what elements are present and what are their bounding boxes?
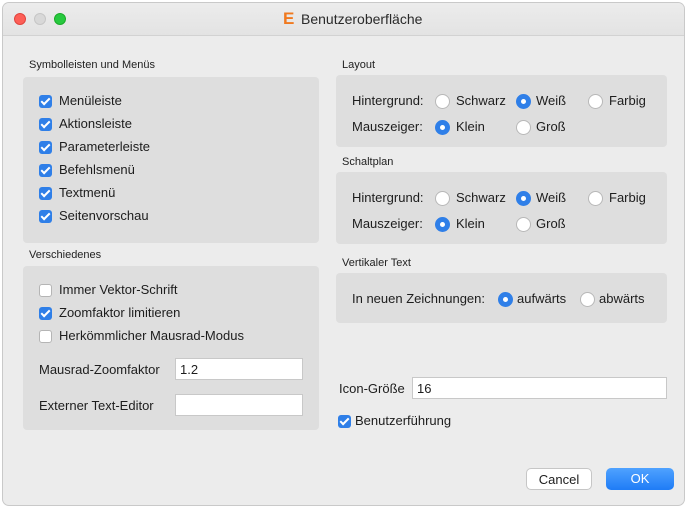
window-title: Benutzeroberfläche	[301, 11, 423, 27]
radio-schematic-cursor-klein[interactable]	[435, 217, 450, 232]
checkbox-vector-font[interactable]	[39, 284, 52, 297]
radio-label: Groß	[536, 119, 566, 134]
checkbox-limit-zoom[interactable]	[39, 307, 52, 320]
section-heading-vertical-text: Vertikaler Text	[342, 257, 411, 269]
radio-layout-bg-schwarz[interactable]	[435, 94, 450, 109]
radio-vertical-up[interactable]	[498, 292, 513, 307]
radio-label: Schwarz	[456, 93, 506, 108]
checkbox-label: Immer Vektor-Schrift	[59, 282, 178, 297]
radio-label: Schwarz	[456, 190, 506, 205]
icon-size-input[interactable]: 16	[412, 377, 667, 399]
radio-schematic-bg-schwarz[interactable]	[435, 191, 450, 206]
checkbox-menueleiste[interactable]	[39, 95, 52, 108]
layout-background-label: Hintergrund:	[352, 93, 424, 108]
zoom-window-button[interactable]	[54, 13, 66, 25]
zoom-factor-input[interactable]: 1.2	[175, 358, 303, 380]
radio-layout-bg-farbig[interactable]	[588, 94, 603, 109]
radio-label: aufwärts	[517, 291, 567, 306]
icon-size-label: Icon-Größe	[339, 381, 405, 396]
vertical-text-label: In neuen Zeichnungen:	[352, 291, 485, 306]
checkbox-label: Parameterleiste	[59, 139, 151, 154]
checkbox-classic-mousewheel[interactable]	[39, 330, 52, 343]
checkbox-seitenvorschau[interactable]	[39, 210, 52, 223]
vertical-text-panel: In neuen Zeichnungen: aufwärts abwärts	[336, 273, 667, 323]
cancel-button[interactable]: Cancel	[526, 468, 592, 490]
radio-schematic-bg-farbig[interactable]	[588, 191, 603, 206]
checkbox-label: Seitenvorschau	[59, 208, 149, 223]
section-heading-misc: Verschiedenes	[29, 249, 102, 261]
text-editor-input[interactable]	[175, 394, 303, 416]
checkbox-aktionsleiste[interactable]	[39, 118, 52, 131]
zoom-factor-label: Mausrad-Zoomfaktor	[39, 362, 160, 377]
checkbox-label: Textmenü	[59, 185, 116, 200]
layout-panel: Hintergrund: Schwarz Weiß Farbig Mauszei…	[336, 75, 667, 147]
radio-vertical-down[interactable]	[580, 292, 595, 307]
radio-schematic-bg-weiss[interactable]	[516, 191, 531, 206]
radio-label: Klein	[456, 216, 485, 231]
section-heading-schematic: Schaltplan	[342, 156, 394, 168]
radio-label: Weiß	[536, 190, 567, 205]
radio-label: Klein	[456, 119, 485, 134]
schematic-cursor-label: Mauszeiger:	[352, 216, 423, 231]
checkbox-label: Befehlsmenü	[59, 162, 135, 177]
misc-panel: Immer Vektor-Schrift Zoomfaktor limitier…	[23, 266, 319, 430]
section-heading-toolbars: Symbolleisten und Menüs	[29, 59, 155, 71]
checkbox-befehlsmenue[interactable]	[39, 164, 52, 177]
radio-label: Weiß	[536, 93, 567, 108]
close-window-button[interactable]	[14, 13, 26, 25]
checkbox-label: Aktionsleiste	[59, 116, 132, 131]
radio-label: abwärts	[599, 291, 645, 306]
layout-cursor-label: Mauszeiger:	[352, 119, 423, 134]
checkbox-parameterleiste[interactable]	[39, 141, 52, 154]
checkbox-label: Benutzerführung	[355, 413, 452, 428]
schematic-background-label: Hintergrund:	[352, 190, 424, 205]
checkbox-label: Menüleiste	[59, 93, 122, 108]
section-heading-layout: Layout	[342, 59, 376, 71]
minimize-window-button[interactable]	[34, 13, 46, 25]
checkbox-label: Herkömmlicher Mausrad-Modus	[59, 328, 244, 343]
radio-schematic-cursor-gross[interactable]	[516, 217, 531, 232]
radio-label: Farbig	[609, 93, 646, 108]
checkbox-user-guidance[interactable]	[338, 415, 351, 428]
radio-layout-bg-weiss[interactable]	[516, 94, 531, 109]
title-bar: E Benutzeroberfläche	[3, 3, 684, 36]
checkbox-textmenue[interactable]	[39, 187, 52, 200]
app-logo-icon: E	[283, 9, 295, 28]
schematic-panel: Hintergrund: Schwarz Weiß Farbig Mauszei…	[336, 172, 667, 244]
preferences-window: E Benutzeroberfläche Symbolleisten und M…	[3, 3, 684, 505]
radio-label: Farbig	[609, 190, 646, 205]
radio-layout-cursor-gross[interactable]	[516, 120, 531, 135]
ok-button[interactable]: OK	[606, 468, 674, 490]
text-editor-label: Externer Text-Editor	[39, 398, 154, 413]
checkbox-label: Zoomfaktor limitieren	[59, 305, 181, 320]
radio-layout-cursor-klein[interactable]	[435, 120, 450, 135]
radio-label: Groß	[536, 216, 566, 231]
toolbars-panel: Menüleiste Aktionsleiste Parameterleiste…	[23, 77, 319, 243]
